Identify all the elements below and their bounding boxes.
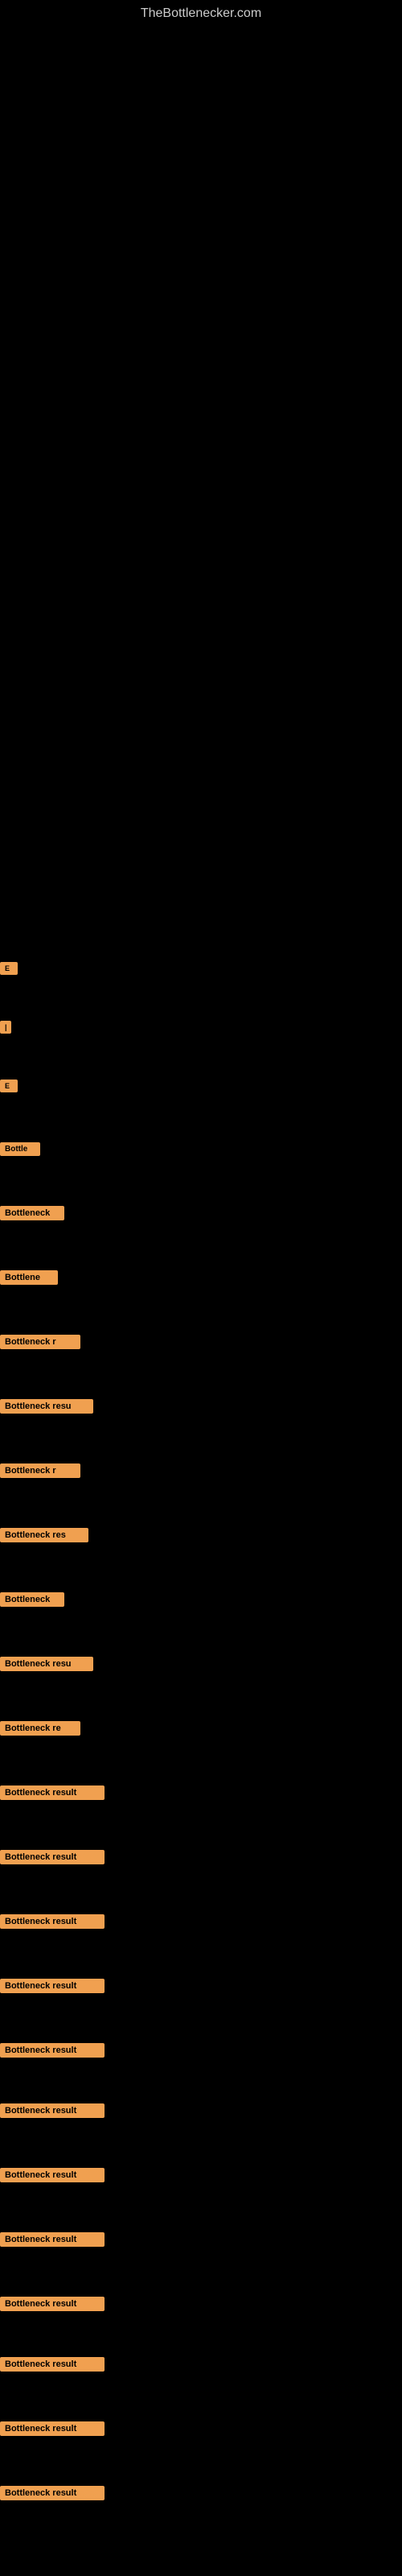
bottleneck-badge[interactable]: Bottleneck r <box>0 1463 80 1478</box>
list-item: Bottleneck re <box>0 1721 402 1736</box>
bottleneck-badge[interactable]: Bottleneck result <box>0 1914 105 1929</box>
list-item: Bottleneck result <box>0 2357 402 2372</box>
bottleneck-badge[interactable]: Bottleneck result <box>0 2168 105 2182</box>
bottleneck-badge[interactable]: Bottleneck <box>0 1206 64 1220</box>
list-item: Bottleneck result <box>0 1850 402 1864</box>
list-item: Bottleneck result <box>0 2297 402 2311</box>
list-item: Bottleneck result <box>0 2103 402 2118</box>
bottleneck-badge[interactable]: Bottleneck resu <box>0 1399 93 1414</box>
bottleneck-badge[interactable]: Bottle <box>0 1142 40 1156</box>
bottleneck-badge[interactable]: Bottleneck result <box>0 2103 105 2118</box>
bottleneck-badge[interactable]: Bottleneck result <box>0 2297 105 2311</box>
list-item: Bottleneck <box>0 1592 402 1607</box>
bottleneck-badge[interactable]: | <box>0 1021 11 1034</box>
bottleneck-items-container: E | E Bottle Bottleneck Bottlene Bottleneck r B… <box>0 918 402 2502</box>
bottleneck-badge[interactable]: Bottleneck result <box>0 1850 105 1864</box>
bottleneck-badge[interactable]: Bottleneck res <box>0 1528 88 1542</box>
list-item: Bottleneck result <box>0 2043 402 2058</box>
list-item: Bottleneck result <box>0 1914 402 1929</box>
list-item: Bottleneck res <box>0 1528 402 1542</box>
list-item: Bottleneck resu <box>0 1399 402 1414</box>
list-item: Bottleneck result <box>0 2421 402 2436</box>
list-item: Bottleneck r <box>0 1463 402 1478</box>
bottleneck-badge[interactable]: Bottleneck result <box>0 1785 105 1800</box>
bottleneck-badge[interactable]: E <box>0 962 18 975</box>
site-title: TheBottlenecker.com <box>0 0 402 27</box>
list-item: Bottleneck result <box>0 1979 402 1993</box>
list-item: | <box>0 1021 402 1034</box>
bottleneck-badge[interactable]: Bottleneck r <box>0 1335 80 1349</box>
list-item: Bottleneck result <box>0 2486 402 2500</box>
bottleneck-badge[interactable]: Bottleneck result <box>0 2421 105 2436</box>
list-item: Bottleneck result <box>0 1785 402 1800</box>
bottleneck-badge[interactable]: Bottleneck resu <box>0 1657 93 1671</box>
bottleneck-badge[interactable]: E <box>0 1080 18 1092</box>
bottleneck-badge[interactable]: Bottleneck result <box>0 1979 105 1993</box>
list-item: Bottleneck <box>0 1206 402 1220</box>
list-item: Bottlene <box>0 1270 402 1285</box>
bottleneck-badge[interactable]: Bottleneck <box>0 1592 64 1607</box>
bottleneck-badge[interactable]: Bottleneck result <box>0 2043 105 2058</box>
list-item: Bottleneck result <box>0 2232 402 2247</box>
bottleneck-badge[interactable]: Bottleneck result <box>0 2232 105 2247</box>
list-item: Bottleneck result <box>0 2168 402 2182</box>
bottleneck-badge[interactable]: Bottleneck result <box>0 2486 105 2500</box>
list-item: Bottle <box>0 1142 402 1156</box>
list-item: E <box>0 1080 402 1092</box>
bottleneck-badge[interactable]: Bottleneck result <box>0 2357 105 2372</box>
list-item: E <box>0 962 402 975</box>
bottleneck-badge[interactable]: Bottlene <box>0 1270 58 1285</box>
list-item: Bottleneck resu <box>0 1657 402 1671</box>
bottleneck-badge[interactable]: Bottleneck re <box>0 1721 80 1736</box>
list-item: Bottleneck r <box>0 1335 402 1349</box>
